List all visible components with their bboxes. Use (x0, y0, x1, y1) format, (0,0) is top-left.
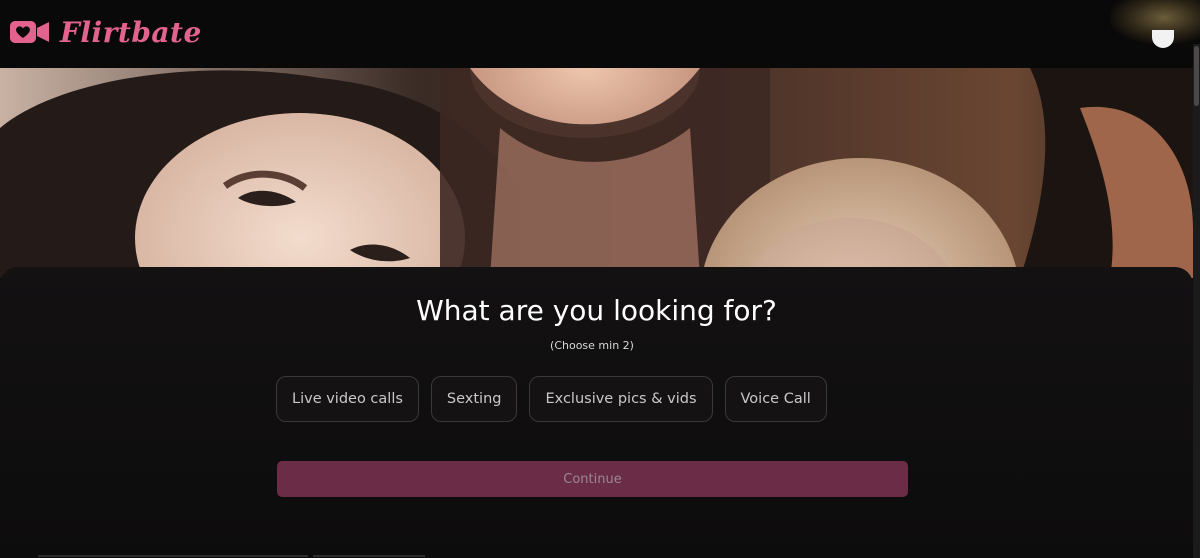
option-list: Live video calls Sexting Exclusive pics … (276, 376, 827, 422)
scrollbar-thumb[interactable] (1194, 46, 1199, 106)
bottom-divider-2 (313, 555, 425, 557)
brand-logo[interactable]: Flirtbate (10, 14, 202, 50)
continue-button[interactable]: Continue (277, 461, 908, 497)
video-heart-icon (10, 21, 49, 43)
option-sexting[interactable]: Sexting (430, 376, 518, 422)
hero-image (0, 68, 1193, 278)
option-live-video-calls[interactable]: Live video calls (276, 376, 419, 422)
top-bar: Flirtbate (0, 0, 1200, 68)
question-hint: (Choose min 2) (550, 339, 634, 352)
scrollbar-track[interactable] (1193, 44, 1200, 558)
question-title: What are you looking for? (416, 294, 777, 327)
bottom-divider (38, 555, 308, 557)
option-voice-call[interactable]: Voice Call (724, 376, 827, 422)
option-exclusive-pics-vids[interactable]: Exclusive pics & vids (529, 376, 713, 422)
hero-photo (0, 68, 1193, 278)
brand-name: Flirtbate (60, 15, 202, 49)
profile-button[interactable] (1152, 30, 1174, 48)
